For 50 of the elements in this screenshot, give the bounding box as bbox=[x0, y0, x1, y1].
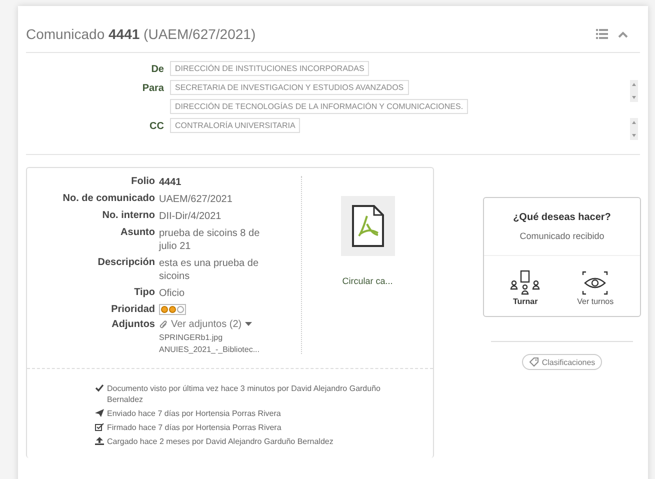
attachments-dropdown[interactable]: Ver adjuntos (2) bbox=[159, 319, 269, 330]
send-icon bbox=[95, 409, 104, 417]
checked-box-icon bbox=[95, 423, 104, 431]
recipient-tag: DIRECCIÓN DE TECNOLOGÍAS DE LA INFORMACIÓN Y COMUNICACIONES. bbox=[170, 99, 468, 114]
history-entry: Enviado hace 7 días por Hortensia Porras Rivera bbox=[107, 408, 282, 419]
upload-icon bbox=[95, 437, 104, 445]
pdf-file-icon bbox=[350, 204, 384, 248]
field-value: Oficio bbox=[159, 287, 186, 300]
checkmark-icon bbox=[95, 384, 104, 392]
recipient-label: Para bbox=[141, 82, 164, 94]
field-label: Tipo bbox=[133, 287, 155, 300]
field-value: esta es una prueba de sicoins bbox=[159, 257, 260, 283]
attachment-link[interactable]: SPRINGERb1.jpg bbox=[159, 333, 269, 342]
field-label: Asunto bbox=[120, 227, 155, 240]
field-label: Adjuntos bbox=[110, 319, 155, 332]
recipient-tag: CONTRALORÍA UNIVERSITARIA bbox=[170, 118, 300, 133]
recipient-tag: DIRECCIÓN DE INSTITUCIONES INCORPORADAS bbox=[170, 61, 370, 76]
field-label: No. interno bbox=[101, 210, 155, 223]
field-value: DII-Dir/4/2021 bbox=[159, 210, 222, 223]
attachment-link[interactable]: ANUIES_2021_-_Bibliotec... bbox=[159, 345, 269, 354]
turn-button[interactable]: Turnar bbox=[510, 270, 540, 306]
tag-icon bbox=[528, 357, 539, 367]
recipient-label: De bbox=[150, 63, 164, 75]
field-label: Folio bbox=[130, 176, 155, 189]
history-entry: Documento visto por última vez hace 3 minutos por David Alejandro Garduño Bernaldez bbox=[107, 383, 382, 405]
history-entry: Firmado hace 7 días por Hortensia Porras Rivera bbox=[107, 422, 282, 433]
panel-title: Comunicado 4441 (UAEM/627/2021) bbox=[26, 26, 257, 42]
history-entry: Cargado hace 2 meses por David Alejandro Garduño Bernaldez bbox=[107, 436, 334, 447]
actions-title: ¿Qué deseas hacer? bbox=[513, 212, 611, 223]
classifications-button[interactable]: Clasificaciones bbox=[522, 354, 602, 370]
field-value: prueba de sicoins 8 de julio 21 bbox=[159, 227, 261, 253]
view-turns-button[interactable]: Ver turnos bbox=[577, 270, 614, 306]
field-value: UAEM/627/2021 bbox=[159, 193, 234, 206]
field-value: 4441 bbox=[159, 176, 182, 189]
recipient-tag: SECRETARIA DE INVESTIGACION Y ESTUDIOS AVANZADOS bbox=[170, 80, 409, 95]
status-text: Comunicado recibido bbox=[520, 231, 604, 241]
scroll-arrows-icon[interactable] bbox=[630, 80, 638, 102]
paperclip-icon bbox=[159, 320, 168, 330]
document-thumbnail[interactable] bbox=[340, 196, 394, 256]
collapse-icon[interactable] bbox=[618, 30, 628, 38]
recipient-label: CC bbox=[148, 120, 164, 132]
document-name[interactable]: Circular ca... bbox=[342, 276, 393, 286]
caret-icon bbox=[244, 322, 252, 327]
field-label: Prioridad bbox=[110, 304, 155, 315]
field-label: Descripción bbox=[96, 257, 155, 270]
eye-icon bbox=[580, 270, 610, 296]
scroll-arrows-icon[interactable] bbox=[630, 118, 638, 140]
field-label: No. de comunicado bbox=[62, 193, 155, 206]
people-document-icon bbox=[510, 270, 540, 296]
list-icon[interactable] bbox=[596, 29, 608, 39]
